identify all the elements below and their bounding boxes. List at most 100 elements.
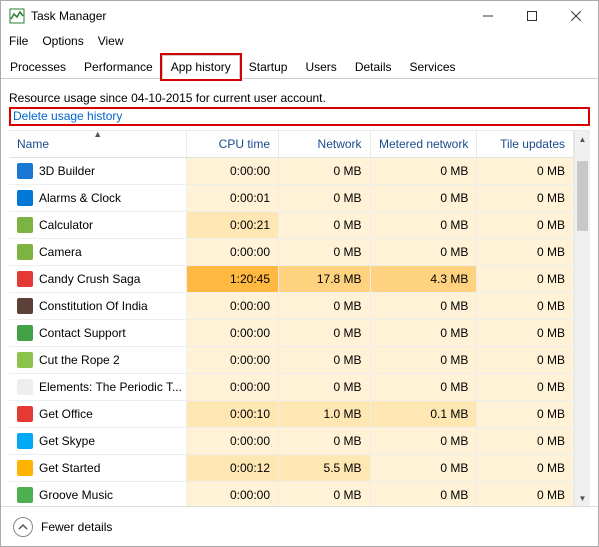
- cell-network: 0 MB: [279, 158, 371, 185]
- app-name-label: Elements: The Periodic T...: [39, 380, 182, 394]
- cell-tile: 0 MB: [477, 455, 574, 482]
- cell-network: 5.5 MB: [279, 455, 371, 482]
- cell-cpu-time: 1:20:45: [187, 266, 279, 293]
- cell-tile: 0 MB: [477, 428, 574, 455]
- cell-metered: 0.1 MB: [370, 401, 477, 428]
- column-header-cpu-time[interactable]: CPU time: [187, 131, 279, 158]
- app-name-label: Cut the Rope 2: [39, 353, 120, 367]
- tab-startup[interactable]: Startup: [240, 55, 297, 78]
- cell-name: Candy Crush Saga: [9, 266, 187, 293]
- cell-cpu-time: 0:00:01: [187, 185, 279, 212]
- cell-name: Groove Music: [9, 482, 187, 507]
- app-name-label: 3D Builder: [39, 164, 95, 178]
- table-row[interactable]: Get Started0:00:125.5 MB0 MB0 MB: [9, 455, 574, 482]
- column-header-network[interactable]: Network: [279, 131, 371, 158]
- table-row[interactable]: Cut the Rope 20:00:000 MB0 MB0 MB: [9, 347, 574, 374]
- cell-cpu-time: 0:00:00: [187, 320, 279, 347]
- scroll-thumb[interactable]: [577, 161, 588, 231]
- cell-name: Constitution Of India: [9, 293, 187, 320]
- column-header-tile-updates[interactable]: Tile updates: [477, 131, 574, 158]
- table-row[interactable]: Alarms & Clock0:00:010 MB0 MB0 MB: [9, 185, 574, 212]
- titlebar: Task Manager: [1, 1, 598, 31]
- scroll-down-button[interactable]: ▼: [575, 490, 590, 506]
- tab-app-history[interactable]: App history: [162, 55, 240, 79]
- cell-tile: 0 MB: [477, 293, 574, 320]
- app-row-icon: [17, 244, 33, 260]
- cell-name: Cut the Rope 2: [9, 347, 187, 374]
- app-row-icon: [17, 190, 33, 206]
- cell-cpu-time: 0:00:00: [187, 428, 279, 455]
- cell-cpu-time: 0:00:00: [187, 293, 279, 320]
- tab-users[interactable]: Users: [296, 55, 345, 78]
- cell-name: Get Started: [9, 455, 187, 482]
- cell-tile: 0 MB: [477, 347, 574, 374]
- table-row[interactable]: Calculator0:00:210 MB0 MB0 MB: [9, 212, 574, 239]
- menu-file[interactable]: File: [9, 34, 28, 48]
- app-name-label: Candy Crush Saga: [39, 272, 140, 286]
- cell-cpu-time: 0:00:21: [187, 212, 279, 239]
- chevron-up-icon[interactable]: [13, 517, 33, 537]
- cell-metered: 0 MB: [370, 239, 477, 266]
- cell-cpu-time: 0:00:12: [187, 455, 279, 482]
- table-row[interactable]: Candy Crush Saga1:20:4517.8 MB4.3 MB0 MB: [9, 266, 574, 293]
- cell-tile: 0 MB: [477, 374, 574, 401]
- tab-services[interactable]: Services: [401, 55, 465, 78]
- table-row[interactable]: Get Office0:00:101.0 MB0.1 MB0 MB: [9, 401, 574, 428]
- tab-performance[interactable]: Performance: [75, 55, 162, 78]
- app-row-icon: [17, 352, 33, 368]
- app-row-icon: [17, 298, 33, 314]
- content-area: Resource usage since 04-10-2015 for curr…: [1, 79, 598, 506]
- table-row[interactable]: Groove Music0:00:000 MB0 MB0 MB: [9, 482, 574, 507]
- cell-metered: 0 MB: [370, 347, 477, 374]
- table-row[interactable]: Get Skype0:00:000 MB0 MB0 MB: [9, 428, 574, 455]
- app-name-label: Contact Support: [39, 326, 126, 340]
- cell-network: 0 MB: [279, 428, 371, 455]
- app-row-icon: [17, 379, 33, 395]
- scroll-up-button[interactable]: ▲: [575, 131, 590, 147]
- tab-details[interactable]: Details: [346, 55, 401, 78]
- table-row[interactable]: Constitution Of India0:00:000 MB0 MB0 MB: [9, 293, 574, 320]
- app-row-icon: [17, 325, 33, 341]
- vertical-scrollbar[interactable]: ▲ ▼: [574, 131, 590, 506]
- cell-name: Calculator: [9, 212, 187, 239]
- cell-metered: 0 MB: [370, 158, 477, 185]
- cell-tile: 0 MB: [477, 401, 574, 428]
- window-controls: [466, 2, 598, 30]
- menubar: File Options View: [1, 31, 598, 51]
- cell-cpu-time: 0:00:00: [187, 347, 279, 374]
- minimize-button[interactable]: [466, 2, 510, 30]
- column-header-name[interactable]: ▲Name: [9, 131, 187, 158]
- table-row[interactable]: Camera0:00:000 MB0 MB0 MB: [9, 239, 574, 266]
- app-row-icon: [17, 271, 33, 287]
- menu-options[interactable]: Options: [42, 34, 83, 48]
- cell-cpu-time: 0:00:00: [187, 158, 279, 185]
- close-button[interactable]: [554, 2, 598, 30]
- task-manager-window: Task Manager File Options View Processes…: [0, 0, 599, 547]
- cell-network: 0 MB: [279, 482, 371, 507]
- delete-usage-history-link[interactable]: Delete usage history: [9, 107, 590, 126]
- table-row[interactable]: Elements: The Periodic T...0:00:000 MB0 …: [9, 374, 574, 401]
- cell-name: Alarms & Clock: [9, 185, 187, 212]
- app-name-label: Get Office: [39, 407, 93, 421]
- cell-tile: 0 MB: [477, 212, 574, 239]
- cell-metered: 0 MB: [370, 212, 477, 239]
- table-row[interactable]: 3D Builder0:00:000 MB0 MB0 MB: [9, 158, 574, 185]
- cell-network: 0 MB: [279, 320, 371, 347]
- cell-metered: 0 MB: [370, 455, 477, 482]
- tab-processes[interactable]: Processes: [1, 55, 75, 78]
- table-row[interactable]: Contact Support0:00:000 MB0 MB0 MB: [9, 320, 574, 347]
- cell-tile: 0 MB: [477, 320, 574, 347]
- menu-view[interactable]: View: [98, 34, 124, 48]
- cell-network: 0 MB: [279, 347, 371, 374]
- fewer-details-link[interactable]: Fewer details: [41, 520, 112, 534]
- cell-name: Get Office: [9, 401, 187, 428]
- cell-cpu-time: 0:00:00: [187, 239, 279, 266]
- cell-network: 0 MB: [279, 293, 371, 320]
- app-name-label: Groove Music: [39, 488, 113, 502]
- cell-metered: 0 MB: [370, 185, 477, 212]
- cell-network: 0 MB: [279, 212, 371, 239]
- cell-tile: 0 MB: [477, 266, 574, 293]
- maximize-button[interactable]: [510, 2, 554, 30]
- column-header-metered-network[interactable]: Metered network: [370, 131, 477, 158]
- cell-metered: 0 MB: [370, 374, 477, 401]
